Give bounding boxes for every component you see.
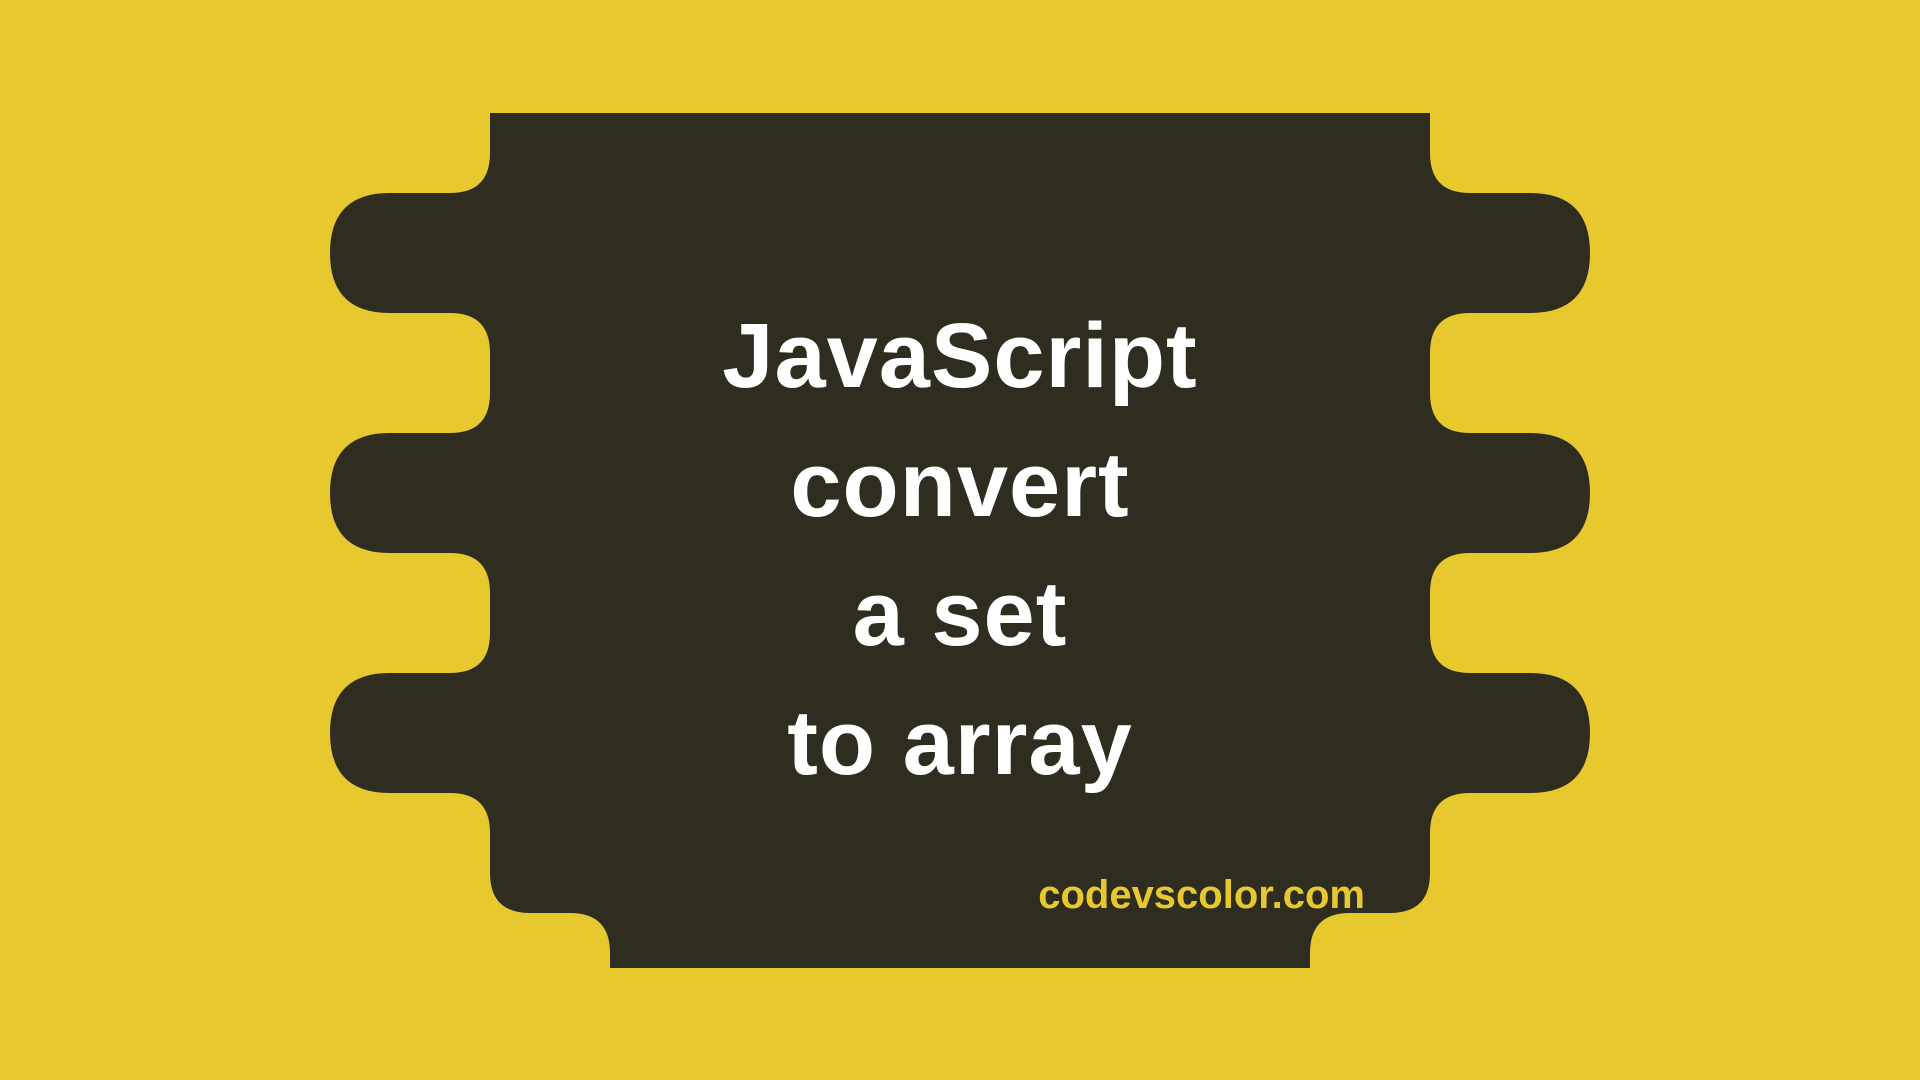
- main-title: JavaScript convert a set to array: [200, 292, 1720, 807]
- graphic-card: JavaScript convert a set to array codevs…: [200, 113, 1720, 968]
- title-line-1: JavaScript: [200, 292, 1720, 421]
- title-line-4: to array: [200, 679, 1720, 808]
- website-label: codevscolor.com: [1038, 873, 1365, 918]
- title-line-3: a set: [200, 550, 1720, 679]
- content-container: JavaScript convert a set to array: [200, 272, 1720, 807]
- title-line-2: convert: [200, 421, 1720, 550]
